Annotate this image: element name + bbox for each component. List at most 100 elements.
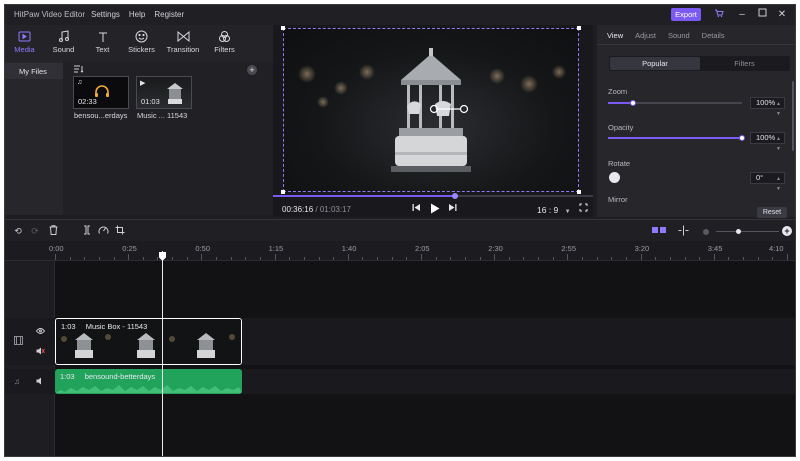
ruler-tick-label: 0:50 — [195, 244, 210, 253]
mute-icon[interactable] — [36, 347, 45, 357]
timeline-zoom-knob[interactable] — [736, 229, 742, 234]
tab-view[interactable]: View — [607, 31, 623, 44]
clip-title: bensound-betterdays — [84, 372, 156, 381]
redo-icon[interactable]: ⟳ — [29, 225, 41, 237]
rotation-handle[interactable] — [429, 104, 469, 114]
ruler-tick — [625, 257, 627, 260]
speaker-icon[interactable] — [36, 377, 44, 387]
play-icon[interactable] — [430, 203, 440, 216]
tool-text[interactable]: Text — [83, 25, 122, 61]
view-segment-control: Popular Filters — [609, 56, 790, 71]
maximize-icon[interactable] — [755, 8, 769, 22]
stepper-icon[interactable]: ▲ ▼ — [776, 99, 781, 119]
ruler-tick — [362, 257, 364, 260]
menu-help[interactable]: Help — [129, 10, 145, 19]
resize-handle[interactable] — [577, 26, 581, 30]
properties-panel: View Adjust Sound Details Popular Filter… — [597, 25, 795, 218]
ruler-tick — [201, 254, 203, 260]
sidebar-item-my-files[interactable]: My Files — [5, 63, 63, 79]
eye-icon[interactable] — [35, 327, 46, 336]
video-clip[interactable]: 1:03 Music Box - 11543 — [55, 318, 242, 365]
resize-handle[interactable] — [281, 190, 285, 194]
opacity-slider[interactable] — [608, 135, 745, 141]
ruler-tick — [318, 257, 320, 260]
sticker-icon — [135, 30, 148, 43]
ruler-tick — [186, 257, 188, 260]
resize-handle[interactable] — [577, 190, 581, 194]
tool-stickers-label: Stickers — [128, 45, 155, 54]
tab-adjust[interactable]: Adjust — [635, 31, 656, 44]
cart-icon[interactable] — [712, 8, 726, 22]
stepper-icon[interactable]: ▲ ▼ — [776, 134, 781, 154]
progress-knob[interactable] — [452, 193, 459, 199]
progress-fill — [273, 195, 456, 197]
zoom-out-icon[interactable] — [703, 229, 709, 235]
segment-popular[interactable]: Popular — [610, 57, 700, 70]
rotate-value: 0° — [756, 173, 764, 182]
zoom-value-field[interactable]: 100% ▲ ▼ — [750, 97, 785, 117]
tab-sound[interactable]: Sound — [668, 31, 690, 44]
properties-scrollbar[interactable] — [792, 81, 794, 151]
ruler-tick — [347, 254, 349, 260]
previous-frame-icon[interactable] — [412, 203, 421, 214]
resize-handle[interactable] — [281, 26, 285, 30]
tool-text-label: Text — [95, 45, 110, 54]
close-icon[interactable]: ✕ — [775, 8, 789, 22]
preview-progress-bar[interactable] — [273, 193, 593, 199]
ruler-tick — [508, 257, 510, 260]
ruler-tick — [787, 254, 788, 260]
fullscreen-icon[interactable] — [579, 203, 588, 214]
zoom-slider-knob[interactable] — [630, 100, 637, 106]
media-duration: 01:03 — [141, 97, 160, 106]
rotate-dial[interactable] — [609, 172, 620, 183]
segment-filters[interactable]: Filters — [700, 57, 789, 70]
export-button[interactable]: Export — [671, 8, 701, 21]
undo-icon[interactable]: ⟲ — [12, 225, 24, 237]
timeline-ruler[interactable]: 0:00 0:25 0:50 1:15 1:40 2:05 2:30 2:55 3:20 3:45… — [5, 241, 795, 261]
next-frame-icon[interactable] — [448, 203, 457, 214]
media-duration: 02:33 — [78, 97, 97, 106]
crop-icon[interactable] — [114, 225, 126, 237]
delete-icon[interactable] — [47, 225, 59, 237]
aspect-ratio-select[interactable]: 16 : 9 ▼ — [537, 205, 571, 215]
fit-timeline-icon[interactable] — [651, 225, 667, 237]
tool-media[interactable]: Media — [5, 25, 44, 61]
ruler-tick — [567, 254, 569, 260]
ruler-tick-label: 0:25 — [122, 244, 137, 253]
ruler-tick — [98, 257, 100, 260]
media-toolbar: Media Sound Text Stickers Transition Fil… — [5, 25, 273, 61]
ruler-tick — [216, 257, 218, 260]
menu-register[interactable]: Register — [154, 10, 184, 19]
reset-button[interactable]: Reset — [757, 207, 787, 218]
minimize-icon[interactable]: – — [735, 8, 749, 22]
timeline-tracks[interactable]: 1:03 Music Box - 11543 1:03 bensound-bet… — [55, 261, 795, 456]
sort-icon[interactable] — [73, 65, 84, 75]
tool-filters[interactable]: Filters — [205, 25, 244, 61]
stepper-icon[interactable]: ▲ ▼ — [776, 174, 781, 194]
audio-clip[interactable]: 1:03 bensound-betterdays — [55, 369, 242, 394]
media-thumb-audio[interactable]: ♫ 02:33 — [73, 76, 129, 109]
tool-transition[interactable]: Transition — [161, 25, 205, 61]
tool-stickers[interactable]: Stickers — [122, 25, 161, 61]
rotate-value-field[interactable]: 0° ▲ ▼ — [750, 172, 785, 192]
ruler-tick — [303, 257, 305, 260]
menu-settings[interactable]: Settings — [91, 10, 120, 19]
zoom-in-icon[interactable]: + — [782, 226, 792, 236]
opacity-value-field[interactable]: 100% ▲ ▼ — [750, 132, 785, 152]
clip-title: Music Box - 11543 — [85, 322, 148, 331]
ruler-tick — [464, 257, 466, 260]
tab-details[interactable]: Details — [702, 31, 725, 44]
snap-icon[interactable] — [677, 225, 689, 237]
playhead[interactable] — [162, 251, 163, 456]
speed-icon[interactable] — [97, 225, 109, 237]
timeline-zoom-slider[interactable] — [716, 229, 779, 234]
split-icon[interactable] — [81, 225, 93, 237]
media-thumb-video[interactable]: ▶ 01:03 — [136, 76, 192, 109]
zoom-slider[interactable] — [608, 100, 742, 106]
tool-sound[interactable]: Sound — [44, 25, 83, 61]
add-media-icon[interactable]: + — [247, 65, 257, 75]
opacity-slider-knob[interactable] — [739, 135, 745, 141]
transition-icon — [177, 31, 189, 42]
total-time: 01:03:17 — [319, 205, 351, 214]
track-headers: ♫ — [5, 261, 55, 456]
